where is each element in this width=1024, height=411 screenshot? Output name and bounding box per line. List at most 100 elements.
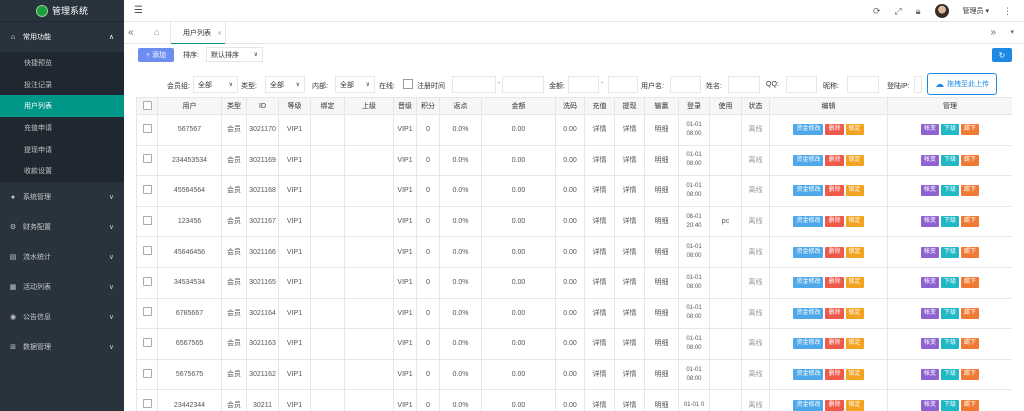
cell-withdraw[interactable]: 详情 [614,114,645,146]
kick-button[interactable]: 踢下 [961,399,980,411]
row-checkbox[interactable] [142,184,152,194]
cell-deposit[interactable]: 详情 [584,205,615,238]
row-checkbox[interactable] [142,123,152,133]
more-icon[interactable]: ⋮ [1003,6,1012,17]
kick-button[interactable]: 踢下 [961,338,980,350]
row-checkbox[interactable] [142,307,152,317]
tab-user-list[interactable]: 用户列表 ✕ [170,22,226,45]
delete-button[interactable]: 删除 [825,124,844,136]
sidebar-item[interactable]: 快捷预览 [0,52,124,74]
downline-button[interactable]: 下级 [940,185,959,197]
lock-button[interactable]: 锁定 [845,369,864,381]
avatar[interactable] [934,4,949,18]
cell-deposit[interactable]: 详情 [584,328,615,360]
fund-edit-button[interactable]: 资金修改 [793,369,824,381]
kick-button[interactable]: 踢下 [961,277,980,289]
add-button[interactable]: + 添加 [138,48,174,62]
account-change-button[interactable]: 帐变 [920,277,939,289]
regtime-start-input[interactable] [452,76,496,93]
sidebar-group-5[interactable]: ◉ 公告信息 ∨ [0,302,124,332]
delete-button[interactable]: 删除 [825,307,844,319]
downline-button[interactable]: 下级 [940,307,959,319]
row-checkbox[interactable] [142,337,152,347]
cell-withdraw[interactable]: 详情 [614,328,645,360]
tab-scroll-left-icon[interactable]: « [128,27,134,38]
cell-deposit[interactable]: 详情 [584,114,615,146]
sidebar-group-1[interactable]: ● 系统管理 ∨ [0,182,124,212]
kick-button[interactable]: 踢下 [961,369,980,381]
cell-withdraw[interactable]: 详情 [614,144,645,177]
lock-button[interactable]: 锁定 [845,124,864,136]
fund-edit-button[interactable]: 资金修改 [793,185,824,197]
delete-button[interactable]: 删除 [825,277,844,289]
cell-winloss[interactable]: 明细 [644,389,679,411]
amount-max-input[interactable] [608,76,638,93]
delete-button[interactable]: 删除 [825,399,844,411]
sidebar-item[interactable]: 充值申请 [0,117,124,139]
type-select[interactable]: 全部 ∨ [265,76,305,93]
internal-select[interactable]: 全部 ∨ [335,76,375,93]
user-name[interactable]: 管理员 ▾ [963,6,989,16]
fund-edit-button[interactable]: 资金修改 [793,277,824,289]
lock-button[interactable]: 锁定 [845,154,864,166]
downline-button[interactable]: 下级 [940,216,959,228]
account-change-button[interactable]: 帐变 [920,154,939,166]
lock-button[interactable]: 锁定 [845,399,864,411]
cell-winloss[interactable]: 明细 [644,328,679,360]
row-checkbox[interactable] [142,276,152,286]
tab-scroll-right-icon[interactable]: » [990,27,996,38]
regtime-end-input[interactable] [502,76,544,93]
cell-winloss[interactable]: 明细 [644,144,679,177]
kick-button[interactable]: 踢下 [961,124,980,136]
row-checkbox[interactable] [142,246,152,256]
lock-button[interactable]: 锁定 [845,216,864,228]
downline-button[interactable]: 下级 [940,246,959,258]
fund-edit-button[interactable]: 资金修改 [793,399,824,411]
delete-button[interactable]: 删除 [825,246,844,258]
cell-deposit[interactable]: 详情 [584,144,615,177]
refresh-icon[interactable]: ⟳ [873,6,881,17]
loginip-input[interactable] [914,76,922,93]
select-all-checkbox[interactable] [142,100,152,110]
lock-icon[interactable]: 🔒︎ [916,6,921,17]
qq-input[interactable] [786,76,817,93]
downline-button[interactable]: 下级 [940,277,959,289]
sidebar-group-6[interactable]: ⊞ 数据管理 ∨ [0,332,124,362]
downline-button[interactable]: 下级 [940,369,959,381]
upload-dropzone[interactable]: ☁ 拖拽至此上传 [927,73,997,95]
delete-button[interactable]: 删除 [825,154,844,166]
cell-winloss[interactable]: 明细 [644,266,679,299]
sort-select[interactable]: 默认排序 ∨ [206,47,263,62]
downline-button[interactable]: 下级 [940,399,959,411]
cell-withdraw[interactable]: 详情 [614,297,645,330]
sidebar-group-4[interactable]: ▦ 活动列表 ∨ [0,272,124,302]
delete-button[interactable]: 删除 [825,369,844,381]
cell-winloss[interactable]: 明细 [644,358,679,391]
cell-winloss[interactable]: 明细 [644,236,679,268]
sidebar-group-0[interactable]: ⌂ 常用功能 ∧ [0,22,124,52]
tab-more-icon[interactable]: ▾ [1010,28,1014,36]
downline-button[interactable]: 下级 [940,338,959,350]
kick-button[interactable]: 踢下 [961,154,980,166]
amount-min-input[interactable] [568,76,599,93]
delete-button[interactable]: 删除 [825,338,844,350]
cell-deposit[interactable]: 详情 [584,175,615,207]
cell-withdraw[interactable]: 详情 [614,236,645,268]
username-input[interactable] [670,76,701,93]
lock-button[interactable]: 锁定 [845,338,864,350]
account-change-button[interactable]: 帐变 [920,369,939,381]
refresh-button[interactable]: ↻ [992,48,1012,62]
sidebar-item[interactable]: 投注记录 [0,74,124,96]
delete-button[interactable]: 删除 [825,185,844,197]
sidebar-item[interactable]: 提现申请 [0,139,124,161]
cell-deposit[interactable]: 详情 [584,236,615,268]
home-icon[interactable]: ⌂ [154,27,159,37]
kick-button[interactable]: 踢下 [961,246,980,258]
name-input[interactable] [728,76,760,93]
downline-button[interactable]: 下级 [940,154,959,166]
kick-button[interactable]: 踢下 [961,185,980,197]
menu-toggle-icon[interactable]: ☰ [134,5,143,16]
account-change-button[interactable]: 帐变 [920,399,939,411]
row-checkbox[interactable] [142,215,152,225]
cell-withdraw[interactable]: 详情 [614,266,645,299]
